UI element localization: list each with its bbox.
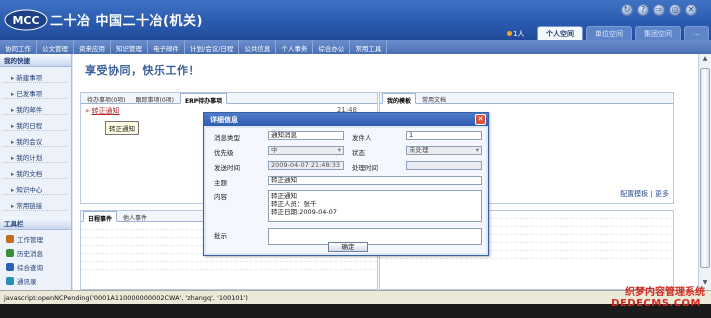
- sender-field[interactable]: 1: [406, 131, 482, 140]
- handle-time-label: 处理时间: [352, 164, 378, 172]
- app-header: MCC 二十冶 中国二十冶(机关) ↻ ? ⇨ ◎ ✕ 1人 个人空间 单位空间…: [0, 0, 711, 40]
- tab-calendar-events[interactable]: 日程事件: [83, 211, 118, 223]
- sidebar-item[interactable]: 我的日程: [3, 115, 68, 131]
- watermark-line1: 织梦内容管理系统: [625, 287, 705, 298]
- nav-item[interactable]: 个人事务: [276, 40, 314, 54]
- comment-textarea[interactable]: [268, 228, 482, 245]
- app-title: 二十冶 中国二十冶(机关): [50, 14, 203, 29]
- sidebar-item[interactable]: 常用链接: [3, 195, 68, 211]
- history-icon: [6, 248, 14, 257]
- tab-erp-pending[interactable]: ERP待办事项: [180, 93, 228, 105]
- nav-item[interactable]: 知识管理: [111, 40, 148, 54]
- contacts-icon: [6, 276, 14, 285]
- sidebar-item[interactable]: 我的文档: [3, 163, 68, 179]
- sidebar-item[interactable]: 已发事项: [3, 83, 68, 99]
- sidebar-item[interactable]: 我的会议: [3, 131, 68, 147]
- watermark-line2: DEDECMS.COM: [611, 298, 701, 309]
- scroll-up-icon[interactable]: ▲: [700, 55, 710, 65]
- online-users[interactable]: 1人: [507, 29, 524, 39]
- content-textarea[interactable]: 转正通知 转正人员：张千 转正日期:2009-04-07: [268, 190, 482, 222]
- page-scrollbar[interactable]: ▲ ▼: [698, 54, 711, 290]
- item-tooltip: 转正通知: [105, 121, 139, 135]
- nav-item[interactable]: 公文管理: [37, 40, 74, 54]
- content-label: 内容: [214, 193, 227, 201]
- subject-label: 主题: [214, 179, 227, 187]
- detail-dialog: 详细信息 ✕ 消息类型 通知消息 发件人 1 优先级 中 状态 未处理 发送时间…: [203, 112, 489, 256]
- tab-pending[interactable]: 待办事项(0项): [83, 93, 130, 104]
- nav-item[interactable]: 资来应用: [74, 40, 111, 54]
- settings-icon[interactable]: ◎: [669, 4, 681, 16]
- sidebar: 我的快捷 新建事项 已发事项 我的邮件 我的日程 我的会议 我的计划 我的文档 …: [0, 54, 72, 290]
- template-tabs: 我的模板 常用文档: [380, 93, 673, 105]
- status-label: 状态: [352, 149, 365, 157]
- sidebar-title: 我的快捷: [0, 54, 71, 67]
- browser-status-bar: javascript:openNCPending('0001A110000000…: [0, 290, 711, 304]
- refresh-icon[interactable]: ↻: [621, 4, 633, 16]
- tab-personal-space[interactable]: 个人空间: [537, 26, 583, 40]
- tool-item[interactable]: 通讯录: [0, 272, 71, 286]
- tab-group-space[interactable]: 集团空间: [635, 26, 681, 40]
- scroll-thumb[interactable]: [700, 68, 710, 268]
- slogan: 享受协同，快乐工作！: [85, 64, 200, 77]
- user-icon: [507, 31, 512, 36]
- exit-icon[interactable]: ✕: [685, 4, 697, 16]
- sidebar-item[interactable]: 新建事项: [3, 67, 68, 83]
- sidebar-item[interactable]: 知识中心: [3, 179, 68, 195]
- comment-label: 批示: [214, 232, 227, 240]
- ok-button[interactable]: 确定: [328, 242, 368, 252]
- space-tabs: 个人空间 单位空间 集团空间 ...: [537, 26, 709, 40]
- mcc-logo: MCC: [4, 9, 48, 31]
- toolbar-title: 工具栏: [0, 217, 71, 230]
- svg-text:MCC: MCC: [12, 14, 39, 27]
- priority-select[interactable]: 中: [268, 146, 344, 155]
- header-buttons: ↻ ? ⇨ ◎ ✕: [621, 4, 697, 16]
- search-icon: [6, 262, 14, 271]
- forward-icon[interactable]: ⇨: [653, 4, 665, 16]
- subject-field[interactable]: 转正通知: [268, 176, 482, 185]
- tab-others-events[interactable]: 他人事件: [119, 211, 151, 222]
- main-nav: 协同工作 公文管理 资来应用 知识管理 电子邮件 计划/会议/日程 公共信息 个…: [0, 40, 711, 54]
- nav-item[interactable]: 计划/会议/日程: [185, 40, 240, 54]
- status-select[interactable]: 未处理: [406, 146, 482, 155]
- sidebar-item[interactable]: 我的邮件: [3, 99, 68, 115]
- nav-item[interactable]: 电子邮件: [148, 40, 185, 54]
- close-icon[interactable]: ✕: [475, 114, 486, 125]
- tool-item[interactable]: 历史消息: [0, 244, 71, 258]
- briefcase-icon: [6, 234, 14, 243]
- tool-item[interactable]: 工作管理: [0, 230, 71, 244]
- tool-item[interactable]: 综合查询: [0, 258, 71, 272]
- sender-label: 发件人: [352, 134, 372, 142]
- send-time-field[interactable]: 2009-04-07 21:48:33: [268, 161, 344, 170]
- pending-item-link[interactable]: 转正通知: [92, 107, 120, 115]
- tab-common-docs[interactable]: 常用文档: [418, 93, 450, 104]
- tab-tracking[interactable]: 跟踪事项(0项): [132, 93, 179, 104]
- dialog-title: 详细信息 ✕: [204, 113, 488, 126]
- sidebar-item[interactable]: 我的计划: [3, 147, 68, 163]
- tab-my-templates[interactable]: 我的模板: [382, 93, 417, 105]
- pending-tabs: 待办事项(0项) 跟踪事项(0项) ERP待办事项: [81, 93, 377, 105]
- nav-item[interactable]: 协同工作: [0, 40, 37, 54]
- status-text: javascript:openNCPending('0001A110000000…: [4, 294, 248, 302]
- bottom-strip: [0, 304, 711, 318]
- nav-item[interactable]: 常用工具: [350, 40, 388, 54]
- nav-item[interactable]: 公共信息: [239, 40, 277, 54]
- detail-form: 消息类型 通知消息 发件人 1 优先级 中 状态 未处理 发送时间 2009-0…: [206, 128, 486, 253]
- template-links[interactable]: 配置模板 | 更多: [620, 189, 669, 199]
- msg-type-field[interactable]: 通知消息: [268, 131, 344, 140]
- send-time-label: 发送时间: [214, 164, 240, 172]
- handle-time-field[interactable]: [406, 161, 482, 170]
- tab-unit-space[interactable]: 单位空间: [586, 26, 632, 40]
- tab-more-space[interactable]: ...: [684, 26, 709, 40]
- nav-item[interactable]: 综合办公: [313, 40, 351, 54]
- msg-type-label: 消息类型: [214, 134, 240, 142]
- priority-label: 优先级: [214, 149, 234, 157]
- help-icon[interactable]: ?: [637, 4, 649, 16]
